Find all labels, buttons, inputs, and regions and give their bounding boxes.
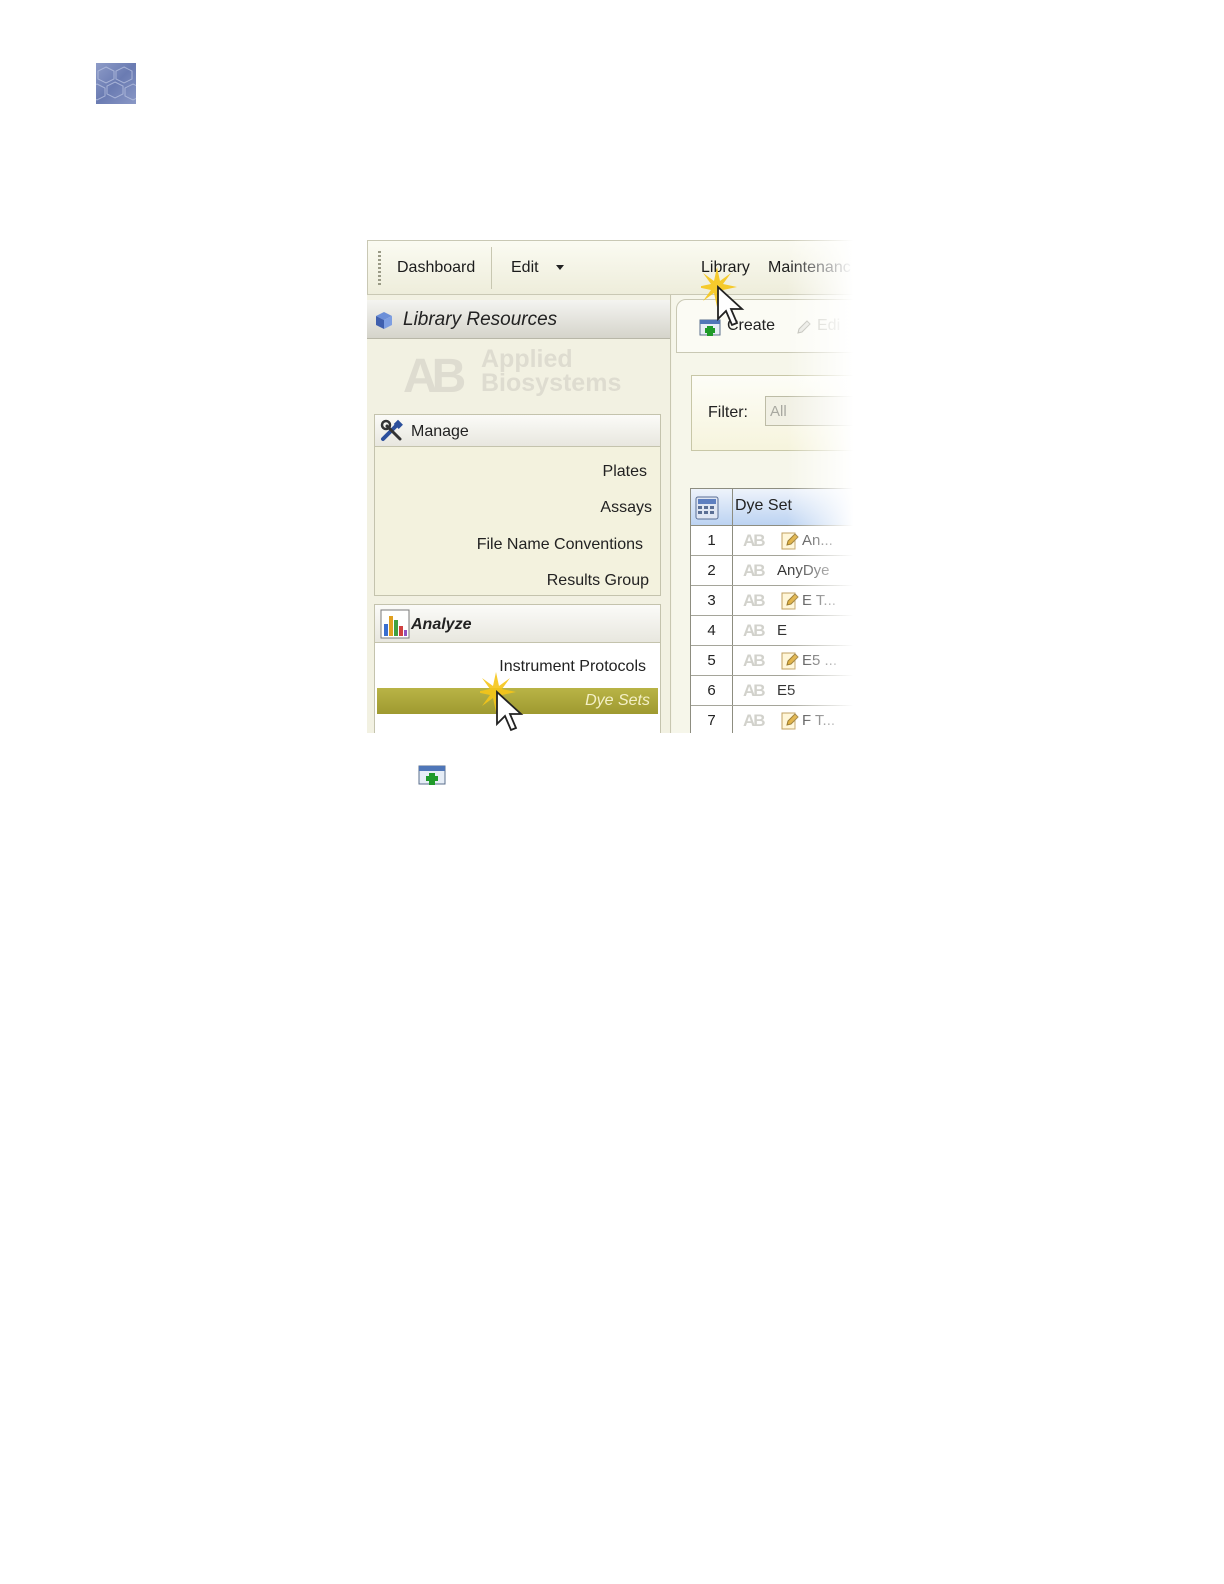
manage-section: Manage Plates Assays File Name Conventio… — [374, 414, 661, 596]
toolbar-dashboard[interactable]: Dashboard — [397, 259, 475, 277]
manage-title: Manage — [411, 423, 469, 440]
main-toolbar: Dashboard Edit Library Maintenanc — [367, 240, 857, 295]
calculator-icon[interactable] — [694, 496, 720, 525]
ab-logo-icon: AB — [743, 621, 766, 640]
notepad-icon — [781, 531, 799, 556]
notepad-icon — [781, 711, 799, 733]
brand-mark: AB — [403, 350, 466, 403]
dye-set-name: E T... — [802, 592, 836, 609]
table-row[interactable]: 7 AB F T... — [691, 706, 857, 733]
nav-dye-sets-label: Dye Sets — [585, 692, 650, 709]
table-row[interactable]: 1 AB An... — [691, 526, 857, 556]
nav-results-group[interactable]: Results Group — [547, 572, 649, 590]
create-icon — [418, 763, 446, 792]
brand-line-1: Applied — [481, 345, 573, 373]
analyze-section: Analyze Instrument Protocols Dye Sets — [374, 604, 661, 733]
nav-dye-sets-selected[interactable]: Dye Sets — [377, 688, 658, 714]
table-row[interactable]: 5 AB E5 ... — [691, 646, 857, 676]
library-navigation-panel: Library Resources AB Applied Biosystems — [367, 295, 671, 733]
column-dye-set[interactable]: Dye Set — [735, 497, 792, 515]
dye-set-name: E — [777, 622, 788, 639]
library-icon — [373, 310, 395, 335]
dye-set-name: F T... — [802, 712, 836, 729]
ab-logo-icon: AB — [743, 561, 766, 580]
toolbar-maintenance[interactable]: Maintenanc — [768, 259, 851, 277]
edit-pencil-icon[interactable] — [795, 318, 813, 341]
dye-set-name: E5 ... — [802, 652, 838, 669]
document-corner-logo — [96, 63, 136, 104]
nav-assays[interactable]: Assays — [600, 499, 652, 517]
dye-sets-content: Create Edi Filter: All Dye Set 1 AB An..… — [672, 295, 857, 733]
row-number: 7 — [691, 706, 733, 733]
notepad-icon — [781, 651, 799, 676]
create-button[interactable]: Create — [727, 317, 775, 335]
table-header: Dye Set — [691, 488, 857, 526]
row-number: 3 — [691, 586, 733, 615]
content-toolbar: Create Edi — [676, 299, 857, 353]
dye-set-name: An... — [802, 532, 833, 549]
wrench-screwdriver-icon — [380, 419, 406, 448]
dye-set-table: Dye Set 1 AB An... 2 AB AnyDye 3 AB E T... 4 AB E 5 A… — [690, 488, 857, 733]
toolbar-edit[interactable]: Edit — [511, 259, 539, 277]
row-number: 4 — [691, 616, 733, 645]
table-row[interactable]: 4 AB E — [691, 616, 857, 646]
ab-logo-icon: AB — [743, 681, 766, 700]
bar-chart-icon — [380, 609, 410, 644]
create-icon[interactable] — [699, 317, 721, 342]
ab-logo-icon: AB — [743, 651, 766, 670]
toolbar-library[interactable]: Library — [701, 259, 750, 277]
ab-logo-icon: AB — [743, 591, 766, 610]
row-number: 5 — [691, 646, 733, 675]
library-resources-header: Library Resources — [367, 300, 670, 339]
nav-file-name-conventions[interactable]: File Name Conventions — [477, 536, 643, 554]
row-number: 2 — [691, 556, 733, 585]
row-number: 6 — [691, 676, 733, 705]
dye-set-name: AnyDye — [777, 562, 830, 579]
toolbar-grip[interactable] — [378, 251, 381, 287]
notepad-icon — [781, 591, 799, 616]
table-row[interactable]: 2 AB AnyDye — [691, 556, 857, 586]
analyze-title: Analyze — [411, 616, 472, 633]
software-screenshot: Dashboard Edit Library Maintenanc Librar… — [367, 240, 857, 733]
chevron-down-icon[interactable] — [556, 265, 564, 270]
filter-label: Filter: — [708, 404, 748, 421]
row-number: 1 — [691, 526, 733, 555]
filter-select[interactable]: All — [765, 396, 857, 426]
applied-biosystems-logo: AB Applied Biosystems — [403, 345, 633, 404]
table-row[interactable]: 6 AB E5 — [691, 676, 857, 706]
filter-box: Filter: All — [691, 375, 857, 451]
ab-logo-icon: AB — [743, 531, 766, 550]
edit-button[interactable]: Edi — [817, 317, 840, 335]
dye-set-name: E5 — [777, 682, 796, 699]
ab-logo-icon: AB — [743, 711, 766, 730]
nav-plates[interactable]: Plates — [603, 463, 647, 481]
nav-instrument-protocols[interactable]: Instrument Protocols — [499, 658, 646, 676]
table-row[interactable]: 3 AB E T... — [691, 586, 857, 616]
brand-line-2: Biosystems — [481, 369, 622, 397]
panel-title: Library Resources — [403, 309, 558, 330]
